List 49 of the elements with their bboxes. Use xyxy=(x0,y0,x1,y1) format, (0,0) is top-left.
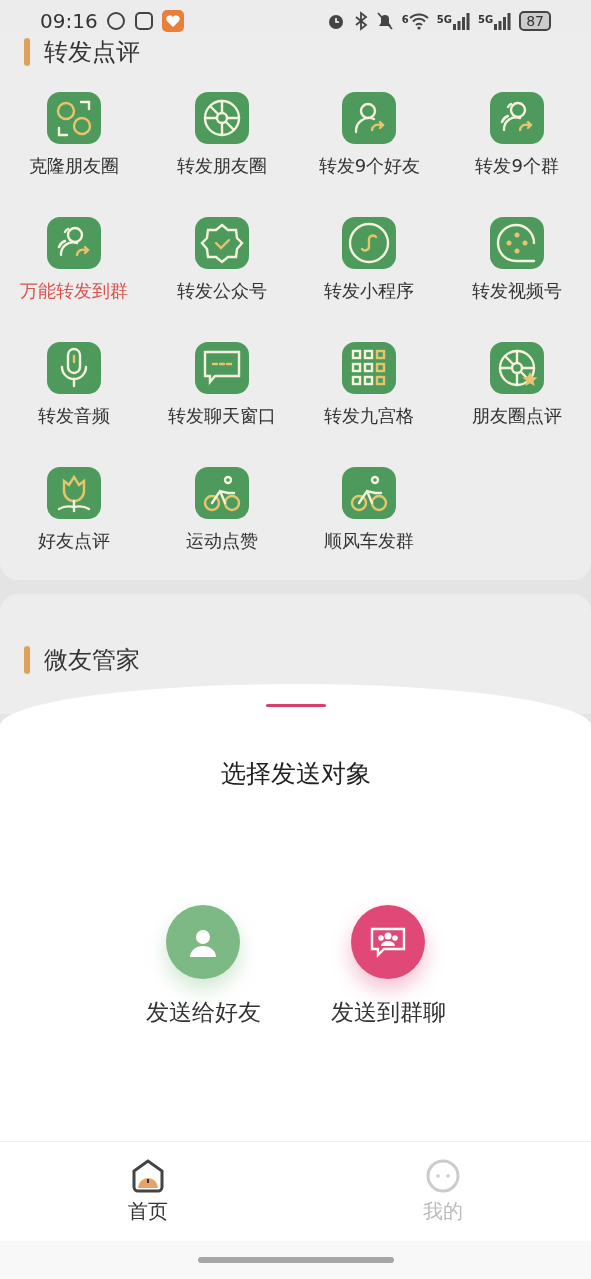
accent-bar xyxy=(24,38,30,66)
feature-label[interactable]: 转发9个群 xyxy=(475,152,559,179)
feature-label[interactable]: 转发9个好友 xyxy=(318,152,421,179)
tulip-icon[interactable] xyxy=(46,467,101,519)
sheet-handle[interactable] xyxy=(265,704,326,707)
wifi-label: 6 xyxy=(401,13,409,27)
app-icon xyxy=(133,11,154,31)
section-title: 转发点评 xyxy=(44,37,140,68)
feature-label[interactable]: 好友点评 xyxy=(37,527,110,554)
feature-label[interactable]: 运动点赞 xyxy=(185,527,258,554)
feature-label[interactable]: 顺风车发群 xyxy=(324,527,415,554)
battery-indicator: 87 xyxy=(519,11,551,31)
person-forward-icon[interactable] xyxy=(342,92,397,144)
badge-check-icon[interactable] xyxy=(194,217,249,269)
aperture-icon[interactable] xyxy=(194,92,249,144)
muted-bell-icon xyxy=(375,11,394,31)
feature-label[interactable]: 转发音频 xyxy=(37,402,110,429)
send-option[interactable]: 发送给好友 xyxy=(145,904,261,1029)
people-forward-icon[interactable] xyxy=(46,217,101,269)
circle-icon xyxy=(105,11,126,31)
feature-label[interactable]: 转发公众号 xyxy=(176,277,267,304)
signal-icon xyxy=(493,12,512,30)
section-title: 微友管家 xyxy=(44,645,140,676)
send-option[interactable]: 发送到群聊 xyxy=(330,904,446,1029)
mini-program-icon[interactable] xyxy=(342,217,397,269)
status-time: 09:16 xyxy=(40,8,98,35)
feature-label[interactable]: 转发视频号 xyxy=(472,277,563,304)
wifi-icon xyxy=(408,12,429,30)
accent-bar xyxy=(24,646,30,674)
feature-label[interactable]: 克隆朋友圈 xyxy=(28,152,119,179)
people-forward-icon[interactable] xyxy=(490,92,545,144)
feature-label[interactable]: 转发朋友圈 xyxy=(176,152,267,179)
nav-tab[interactable]: 首页 xyxy=(0,1142,296,1241)
network-label: 5G xyxy=(478,13,494,27)
feature-label[interactable]: 转发聊天窗口 xyxy=(167,402,276,429)
chat-bubble-icon[interactable] xyxy=(194,342,249,394)
microphone-icon[interactable] xyxy=(46,342,101,394)
gallery-icon[interactable] xyxy=(46,92,101,144)
bicycle-icon[interactable] xyxy=(342,467,397,519)
film-reel-icon[interactable] xyxy=(490,217,545,269)
network-label: 5G xyxy=(436,13,452,27)
signal-icon xyxy=(452,12,470,30)
feature-label[interactable]: 转发九宫格 xyxy=(324,402,415,429)
feature-label[interactable]: 朋友圈点评 xyxy=(472,402,563,429)
bicycle-icon[interactable] xyxy=(194,467,249,519)
sheet-title: 选择发送对象 xyxy=(219,758,372,790)
feature-label[interactable]: 转发小程序 xyxy=(324,277,415,304)
grid-icon[interactable] xyxy=(342,342,397,394)
bluetooth-icon xyxy=(353,11,368,31)
